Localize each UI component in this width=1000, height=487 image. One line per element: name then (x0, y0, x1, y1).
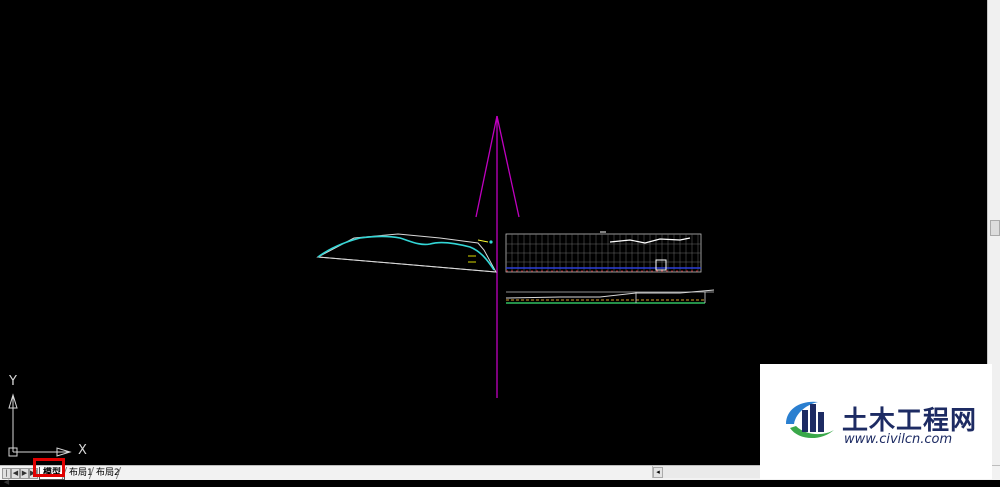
profile-grid-lower[interactable] (505, 289, 715, 304)
ucs-y-label: Y (9, 374, 17, 389)
model-tab-highlight-box (33, 458, 65, 477)
watermark-url: www.civilcn.com (844, 432, 953, 447)
magenta-axis-arrow[interactable] (475, 115, 520, 398)
site-watermark: 土木工程网 www.civilcn.com (760, 364, 992, 479)
scroll-left-icon[interactable]: ◂ (653, 467, 663, 478)
cross-section-profile[interactable] (316, 233, 497, 273)
civilcn-logo-icon (786, 401, 834, 439)
prev-tab-icon[interactable]: ◀ (11, 468, 20, 479)
ucs-x-label: X (78, 443, 87, 458)
vertical-scroll-thumb[interactable] (990, 220, 1000, 236)
profile-grid-upper[interactable] (505, 231, 702, 273)
next-tab-icon[interactable]: ▶ (20, 468, 29, 479)
ucs-icon: Y X (0, 370, 100, 465)
first-tab-icon[interactable]: |◀ (2, 468, 11, 486)
